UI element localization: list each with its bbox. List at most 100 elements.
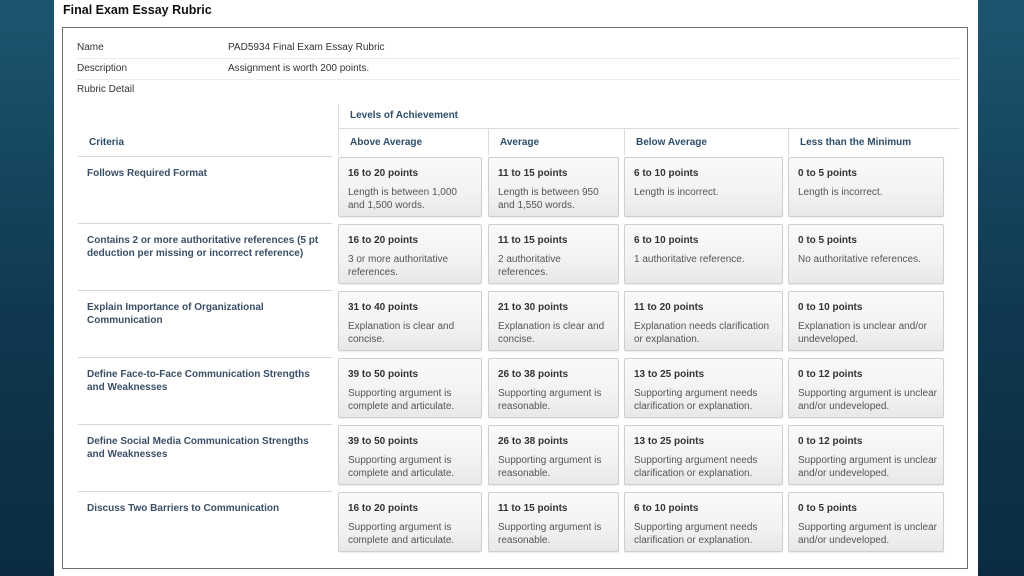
level-points: 11 to 20 points xyxy=(634,302,704,313)
criterion-label: Explain Importance of Organizational Com… xyxy=(87,302,264,326)
level-cell: 0 to 10 points Explanation is unclear and… xyxy=(788,291,944,351)
level-points: 0 to 5 points xyxy=(798,168,857,179)
level-description: 1 authoritative reference. xyxy=(634,254,745,265)
level-description: Explanation needs clarification or expla… xyxy=(634,321,770,345)
criterion-cell: Follows Required Format xyxy=(78,156,332,223)
column-header-below-average: Below Average xyxy=(624,129,789,155)
level-description: Supporting argument is reasonable. xyxy=(498,388,602,412)
level-description: Supporting argument is complete and arti… xyxy=(348,388,455,412)
criterion-cell: Contains 2 or more authoritative referen… xyxy=(78,223,332,290)
level-description: Supporting argument is unclear and/or un… xyxy=(798,522,937,546)
left-background-panel xyxy=(0,0,54,576)
level-cell: 26 to 38 points Supporting argument is re… xyxy=(488,358,619,418)
level-description: Explanation is unclear and/or undevelope… xyxy=(798,321,927,345)
above-average-header-label: Above Average xyxy=(350,137,423,148)
level-cell: 0 to 12 points Supporting argument is unc… xyxy=(788,358,944,418)
meta-row-description: Description Assignment is worth 200 poin… xyxy=(77,59,959,80)
level-points: 6 to 10 points xyxy=(634,168,699,179)
criterion-label: Follows Required Format xyxy=(87,168,208,179)
column-header-less-than-minimum: Less than the Minimum xyxy=(788,129,959,155)
description-value: Assignment is worth 200 points. xyxy=(228,63,370,74)
level-points: 39 to 50 points xyxy=(348,369,419,380)
level-points: 0 to 10 points xyxy=(798,302,863,313)
rubric-page: Final Exam Essay Rubric Name PAD5934 Fin… xyxy=(54,0,978,576)
level-description: Length is between 950 and 1,550 words. xyxy=(498,187,599,211)
level-cell: 6 to 10 points Length is incorrect. xyxy=(624,157,783,217)
criteria-header-label: Criteria xyxy=(89,137,125,148)
page-title: Final Exam Essay Rubric xyxy=(63,3,212,17)
level-points: 0 to 12 points xyxy=(798,369,863,380)
level-cell: 6 to 10 points Supporting argument needs … xyxy=(624,492,783,552)
level-description: Explanation is clear and concise. xyxy=(498,321,605,345)
level-points: 26 to 38 points xyxy=(498,436,569,447)
level-cell: 11 to 15 points Length is between 950 and… xyxy=(488,157,619,217)
level-points: 39 to 50 points xyxy=(348,436,419,447)
level-points: 11 to 15 points xyxy=(498,503,568,514)
level-points: 16 to 20 points xyxy=(348,235,419,246)
level-points: 11 to 15 points xyxy=(498,168,568,179)
level-description: Supporting argument is unclear and/or un… xyxy=(798,388,937,412)
level-points: 0 to 12 points xyxy=(798,436,863,447)
level-points: 13 to 25 points xyxy=(634,436,705,447)
column-header-average: Average xyxy=(488,129,625,155)
level-description: Supporting argument needs clarification … xyxy=(634,522,758,546)
level-cell: 0 to 5 points No authoritative references… xyxy=(788,224,944,284)
level-points: 0 to 5 points xyxy=(798,503,857,514)
levels-of-achievement-header: Levels of Achievement xyxy=(338,104,959,129)
column-header-above-average: Above Average xyxy=(338,129,488,155)
level-cell: 16 to 20 points Length is between 1,000 a… xyxy=(338,157,482,217)
level-points: 31 to 40 points xyxy=(348,302,419,313)
level-description: Supporting argument is reasonable. xyxy=(498,522,602,546)
level-description: Supporting argument is unclear and/or un… xyxy=(798,455,937,479)
level-points: 6 to 10 points xyxy=(634,235,699,246)
level-description: No authoritative references. xyxy=(798,254,921,265)
level-cell: 0 to 12 points Supporting argument is unc… xyxy=(788,425,944,485)
level-cell: 6 to 10 points 1 authoritative reference. xyxy=(624,224,783,284)
name-value: PAD5934 Final Exam Essay Rubric xyxy=(228,42,385,53)
level-description: Explanation is clear and concise. xyxy=(348,321,455,345)
level-description: Supporting argument is reasonable. xyxy=(498,455,602,479)
level-description: Supporting argument is complete and arti… xyxy=(348,522,455,546)
criterion-cell: Define Face-to-Face Communication Streng… xyxy=(78,357,332,424)
level-cell: 13 to 25 points Supporting argument needs… xyxy=(624,358,783,418)
criterion-label: Define Social Media Communication Streng… xyxy=(87,436,309,460)
level-cell: 39 to 50 points Supporting argument is co… xyxy=(338,358,482,418)
level-cell: 13 to 25 points Supporting argument needs… xyxy=(624,425,783,485)
levels-of-achievement-title: Levels of Achievement xyxy=(350,110,459,121)
level-cell: 16 to 20 points Supporting argument is co… xyxy=(338,492,482,552)
name-label: Name xyxy=(77,42,104,53)
level-points: 16 to 20 points xyxy=(348,503,419,514)
meta-row-name: Name PAD5934 Final Exam Essay Rubric xyxy=(77,38,959,59)
average-header-label: Average xyxy=(500,137,540,148)
level-cell: 11 to 15 points Supporting argument is re… xyxy=(488,492,619,552)
level-description: Length is incorrect. xyxy=(634,187,719,198)
level-points: 11 to 15 points xyxy=(498,235,568,246)
description-label: Description xyxy=(77,63,128,74)
level-description: 2 authoritative references. xyxy=(498,254,561,278)
level-description: Supporting argument needs clarification … xyxy=(634,455,758,479)
level-points: 13 to 25 points xyxy=(634,369,705,380)
level-description: 3 or more authoritative references. xyxy=(348,254,449,278)
meta-row-rubric-detail: Rubric Detail xyxy=(77,80,959,100)
level-cell: 39 to 50 points Supporting argument is co… xyxy=(338,425,482,485)
level-cell: 21 to 30 points Explanation is clear and … xyxy=(488,291,619,351)
level-points: 26 to 38 points xyxy=(498,369,569,380)
level-description: Supporting argument needs clarification … xyxy=(634,388,758,412)
rubric-panel: Name PAD5934 Final Exam Essay Rubric Des… xyxy=(62,27,968,569)
level-cell: 0 to 5 points Supporting argument is uncl… xyxy=(788,492,944,552)
below-average-header-label: Below Average xyxy=(636,137,707,148)
column-header-criteria: Criteria xyxy=(78,129,338,155)
rubric-detail-label: Rubric Detail xyxy=(77,84,135,95)
criterion-cell: Explain Importance of Organizational Com… xyxy=(78,290,332,357)
level-cell: 11 to 15 points 2 authoritative reference… xyxy=(488,224,619,284)
level-description: Supporting argument is complete and arti… xyxy=(348,455,455,479)
criterion-label: Define Face-to-Face Communication Streng… xyxy=(87,369,310,393)
criterion-cell: Discuss Two Barriers to Communication xyxy=(78,491,332,558)
level-description: Length is between 1,000 and 1,500 words. xyxy=(348,187,457,211)
criterion-label: Discuss Two Barriers to Communication xyxy=(87,503,280,514)
level-points: 21 to 30 points xyxy=(498,302,569,313)
level-points: 0 to 5 points xyxy=(798,235,857,246)
level-cell: 26 to 38 points Supporting argument is re… xyxy=(488,425,619,485)
level-cell: 11 to 20 points Explanation needs clarifi… xyxy=(624,291,783,351)
level-points: 16 to 20 points xyxy=(348,168,419,179)
